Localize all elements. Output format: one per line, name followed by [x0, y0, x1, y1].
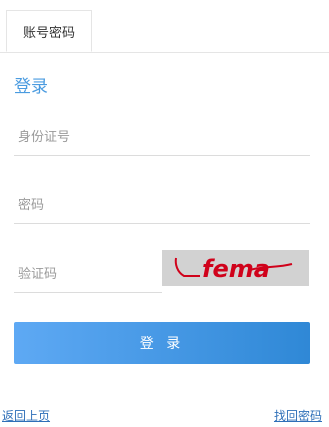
tab-bar: 账号密码: [0, 10, 329, 53]
id-number-input[interactable]: [14, 120, 318, 155]
captcha-input[interactable]: [14, 257, 170, 292]
password-field[interactable]: [14, 188, 318, 224]
id-number-field[interactable]: [14, 120, 318, 156]
login-heading: 登录: [14, 77, 48, 97]
back-link[interactable]: 返回上页: [2, 407, 50, 424]
password-input[interactable]: [14, 188, 318, 223]
login-page: 账号密码 登录 fema 登 录 返回上页 找回密码: [0, 0, 329, 427]
tab-account-password[interactable]: 账号密码: [6, 10, 92, 52]
captcha-graphic: fema: [162, 250, 309, 286]
forgot-password-link[interactable]: 找回密码: [274, 407, 322, 424]
captcha-image[interactable]: fema: [162, 250, 309, 286]
captcha-field[interactable]: [14, 257, 170, 293]
tab-label: 账号密码: [22, 25, 75, 41]
login-button[interactable]: 登 录: [14, 322, 310, 364]
